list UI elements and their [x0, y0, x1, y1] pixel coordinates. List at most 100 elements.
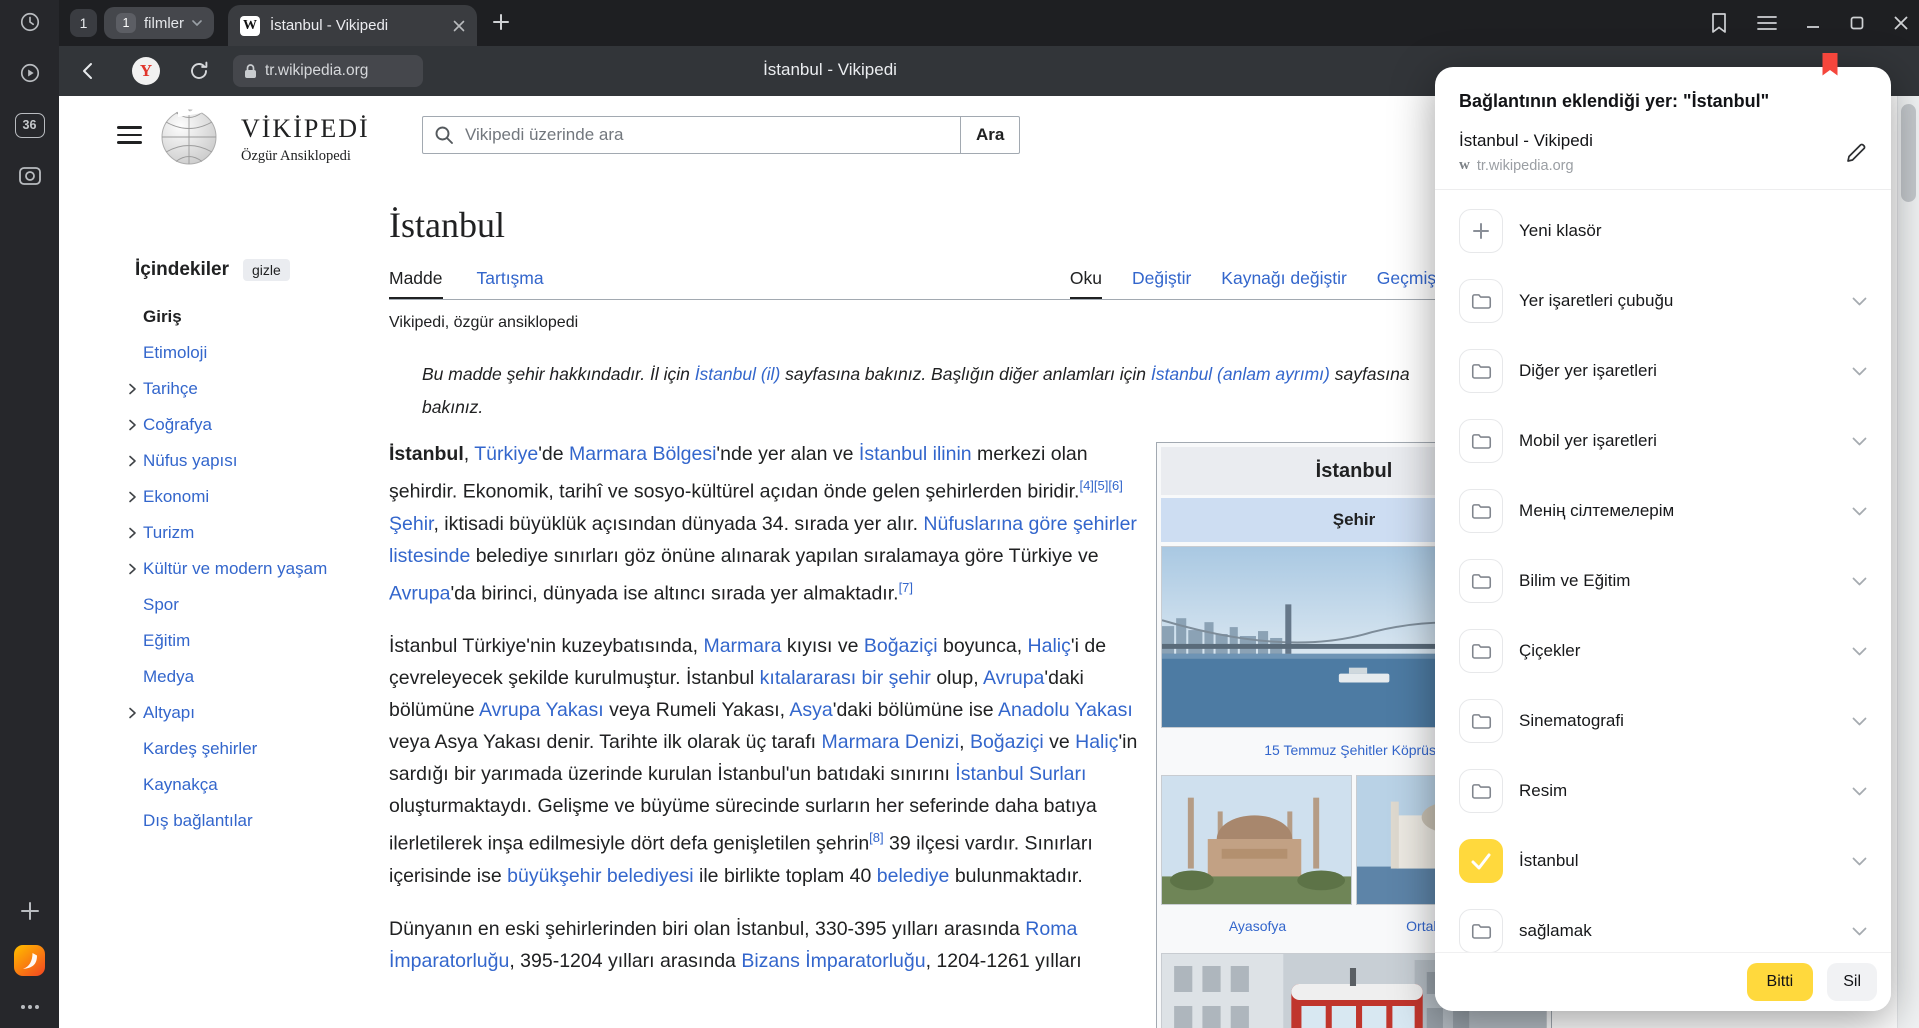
tab-close-button[interactable] — [453, 20, 465, 32]
article-tab-kaynağı-değiştir[interactable]: Kaynağı değiştir — [1221, 268, 1347, 299]
search-button[interactable]: Ara — [961, 116, 1020, 154]
bookmark-folder-item[interactable]: Bilim ve Eğitim — [1435, 546, 1891, 616]
chevron-down-icon[interactable] — [1852, 577, 1867, 586]
article-tab-değiştir[interactable]: Değiştir — [1132, 268, 1191, 299]
new-tab-button[interactable] — [491, 12, 511, 32]
wiki-link[interactable]: belediye — [877, 865, 950, 887]
play-icon[interactable] — [0, 62, 59, 84]
wiki-link[interactable]: Asya — [789, 699, 832, 721]
toc-item[interactable]: Kardeş şehirler — [121, 731, 346, 767]
wiki-link[interactable]: Marmara Denizi — [821, 731, 959, 753]
wiki-link[interactable]: büyükşehir belediyesi — [507, 865, 693, 887]
bookmark-folder-item-selected[interactable]: İstanbul — [1435, 826, 1891, 896]
wiki-link[interactable]: Bizans İmparatorluğu — [741, 950, 925, 972]
toc-item[interactable]: Spor — [121, 587, 346, 623]
chevron-right-icon[interactable] — [121, 563, 143, 575]
done-button[interactable]: Bitti — [1747, 963, 1814, 1001]
bookmark-folder-item[interactable]: Sinematografi — [1435, 686, 1891, 756]
toc-hide-button[interactable]: gizle — [243, 259, 290, 281]
minimize-button[interactable] — [1805, 15, 1821, 31]
toc-item-label[interactable]: Altyapı — [143, 703, 195, 723]
bookmark-folder-item[interactable]: Çiçekler — [1435, 616, 1891, 686]
bookmark-folder-item[interactable]: Mobil yer işaretleri — [1435, 406, 1891, 476]
tab-group-pill[interactable]: 1 filmler — [104, 7, 214, 39]
toc-item-label[interactable]: Ekonomi — [143, 487, 209, 507]
article-tab-geçmişi[interactable]: Geçmişi — [1377, 268, 1440, 299]
wiki-link[interactable]: Marmara — [703, 635, 781, 657]
toc-item-label[interactable]: Etimoloji — [143, 343, 207, 363]
toc-item[interactable]: Medya — [121, 659, 346, 695]
toc-item[interactable]: Giriş — [121, 299, 346, 335]
search-input[interactable] — [422, 116, 961, 154]
toc-item-label[interactable]: Eğitim — [143, 631, 190, 651]
history-icon[interactable] — [0, 11, 59, 33]
wikipedia-wordmark[interactable]: VİKİPEDİ Özgür Ansiklopedi — [241, 114, 370, 165]
article-tab-oku[interactable]: Oku — [1070, 268, 1102, 299]
bookmark-folder-item[interactable]: sağlamak — [1435, 896, 1891, 953]
wiki-link[interactable]: Boğaziçi — [864, 635, 938, 657]
toc-item-label[interactable]: Medya — [143, 667, 194, 687]
chevron-right-icon[interactable] — [121, 491, 143, 503]
bookmark-folder-item[interactable]: Diğer yer işaretleri — [1435, 336, 1891, 406]
close-window-button[interactable] — [1893, 15, 1909, 31]
wiki-link[interactable]: Avrupa — [389, 582, 450, 604]
toc-item-label[interactable]: Turizm — [143, 523, 194, 543]
chevron-right-icon[interactable] — [121, 455, 143, 467]
toc-item[interactable]: Kültür ve modern yaşam — [121, 551, 346, 587]
ayasofya-photo[interactable] — [1161, 775, 1352, 905]
chevron-down-icon[interactable] — [1852, 717, 1867, 726]
chevron-down-icon[interactable] — [1852, 787, 1867, 796]
wiki-link[interactable]: Avrupa Yakası — [479, 699, 604, 721]
active-tab[interactable]: W İstanbul - Vikipedi — [228, 5, 477, 46]
toc-item[interactable]: Ekonomi — [121, 479, 346, 515]
toc-item-label[interactable]: Kültür ve modern yaşam — [143, 559, 327, 579]
toc-item[interactable]: Etimoloji — [121, 335, 346, 371]
chevron-down-icon[interactable] — [1852, 647, 1867, 656]
toc-item-label[interactable]: Spor — [143, 595, 179, 615]
chevron-right-icon[interactable] — [121, 419, 143, 431]
wiki-link[interactable]: İstanbul Surları — [955, 763, 1086, 785]
screenshot-icon[interactable] — [0, 164, 59, 188]
delete-button[interactable]: Sil — [1827, 963, 1877, 1001]
chevron-down-icon[interactable] — [1852, 367, 1867, 376]
wikipedia-logo[interactable] — [159, 104, 219, 171]
refresh-icon[interactable] — [187, 59, 211, 83]
yandex-browser-logo[interactable] — [0, 944, 59, 976]
bookmark-folder-item[interactable]: Менің сілтемелерім — [1435, 476, 1891, 546]
chevron-down-icon[interactable] — [1852, 297, 1867, 306]
add-panel-icon[interactable] — [0, 899, 59, 923]
toc-item-label[interactable]: Dış bağlantılar — [143, 811, 253, 831]
toc-item[interactable]: Dış bağlantılar — [121, 803, 346, 839]
wiki-link[interactable]: İstanbul (il) — [695, 364, 781, 384]
toc-item-label[interactable]: Nüfus yapısı — [143, 451, 238, 471]
tab-group-badge[interactable]: 1 — [70, 9, 97, 37]
tabs-counter-badge[interactable]: 36 — [0, 112, 59, 138]
more-options-icon[interactable] — [0, 998, 59, 1016]
toc-item[interactable]: Kaynakça — [121, 767, 346, 803]
toc-item[interactable]: Coğrafya — [121, 407, 346, 443]
wiki-link[interactable]: Marmara Bölgesi — [569, 443, 716, 465]
chevron-right-icon[interactable] — [121, 707, 143, 719]
toc-item[interactable]: Nüfus yapısı — [121, 443, 346, 479]
wiki-link[interactable]: İstanbul ilinin — [859, 443, 972, 465]
wiki-link[interactable]: Boğaziçi — [970, 731, 1044, 753]
wiki-link[interactable]: Türkiye — [474, 443, 538, 465]
wiki-link[interactable]: Anadolu Yakası — [998, 699, 1133, 721]
chevron-down-icon[interactable] — [1852, 507, 1867, 516]
wiki-link[interactable]: kıtalararası bir şehir — [760, 667, 931, 689]
wiki-link[interactable]: Şehir — [389, 513, 433, 535]
search-engine-icon[interactable]: Y — [132, 57, 160, 85]
wiki-link[interactable]: Haliç — [1075, 731, 1118, 753]
bookmark-folder-item[interactable]: Resim — [1435, 756, 1891, 826]
toc-item-label[interactable]: Coğrafya — [143, 415, 212, 435]
maximize-button[interactable] — [1849, 15, 1865, 31]
bookmarks-panel-icon[interactable] — [1709, 12, 1729, 34]
toc-item[interactable]: Altyapı — [121, 695, 346, 731]
chevron-right-icon[interactable] — [121, 383, 143, 395]
address-bar[interactable]: tr.wikipedia.org — [233, 55, 423, 87]
reference-link[interactable]: [8] — [869, 830, 883, 845]
reference-link[interactable]: [6] — [1108, 478, 1122, 493]
bookmark-flag-icon[interactable] — [1820, 52, 1840, 77]
chevron-down-icon[interactable] — [1852, 437, 1867, 446]
reference-link[interactable]: [7] — [899, 580, 913, 595]
